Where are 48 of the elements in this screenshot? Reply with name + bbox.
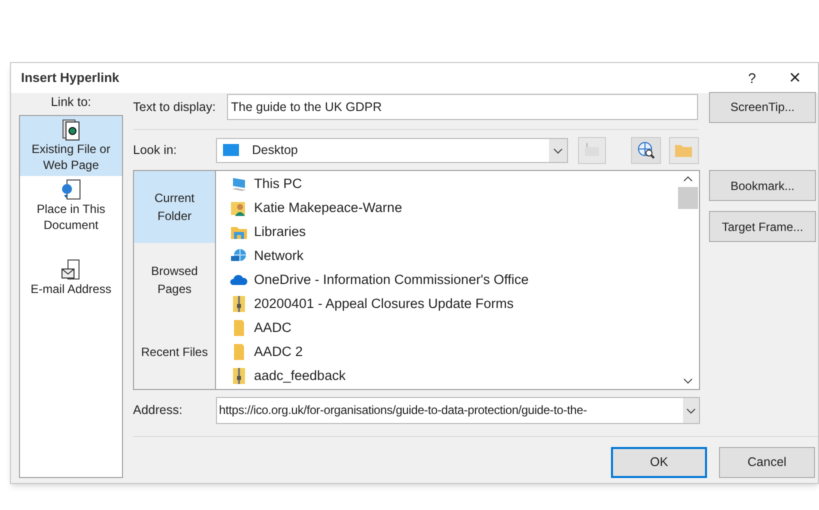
text-to-display-label: Text to display: — [133, 98, 217, 116]
window-title: Insert Hyperlink — [21, 69, 120, 88]
zip-folder-icon — [230, 367, 248, 385]
file-list-item[interactable]: OneDrive - Information Commissioner's Office — [254, 270, 529, 290]
look-in-value: Desktop — [252, 142, 299, 159]
up-folder-button[interactable] — [578, 136, 606, 164]
side-button[interactable]: Target Frame... — [709, 211, 816, 242]
file-list-item[interactable]: aadc_feedback — [254, 366, 346, 386]
file-list-item[interactable]: Libraries — [254, 222, 306, 242]
look-in-label: Look in: — [133, 142, 178, 159]
close-button[interactable]: × — [772, 63, 818, 93]
file-list-item[interactable]: AADC 2 — [254, 342, 303, 362]
file-list-item[interactable]: AADC — [254, 318, 292, 338]
browse-file-button[interactable] — [669, 136, 699, 164]
user-folder-icon — [230, 199, 248, 217]
help-button[interactable]: ? — [732, 68, 772, 88]
cancel-button[interactable]: Cancel — [719, 447, 815, 478]
folder-up-icon — [583, 142, 601, 158]
browse-tab[interactable]: Browsed Pages — [134, 243, 215, 317]
address-label: Address: — [133, 402, 184, 419]
link-type-item[interactable]: Place in This Document — [20, 176, 122, 236]
link-type-item[interactable]: E-mail Address — [20, 256, 122, 300]
chevron-down-icon — [683, 398, 699, 422]
file-list-item[interactable]: This PC — [254, 174, 302, 194]
zip-folder-icon — [230, 295, 248, 313]
envelope-document-icon — [60, 259, 82, 281]
link-to-label: Link to: — [50, 94, 92, 111]
document-globe-icon — [60, 179, 82, 201]
file-list-item[interactable]: Network — [254, 246, 304, 266]
text-to-display-field[interactable]: The guide to the UK GDPR — [227, 94, 698, 120]
document-icon — [61, 119, 81, 141]
browse-tab[interactable]: Current Folder — [134, 171, 215, 243]
chevron-down-icon — [549, 138, 567, 162]
file-list-item[interactable]: Katie Makepeace-Warne — [254, 198, 402, 218]
browse-tab[interactable]: Recent Files — [134, 317, 215, 387]
desktop-icon — [222, 143, 240, 157]
address-field[interactable]: https://ico.org.uk/for-organisations/guide-to-data-protection/guide-to-the- — [216, 396, 700, 424]
file-list-item[interactable]: 20200401 - Appeal Closures Update Forms — [254, 294, 514, 314]
browse-web-button[interactable] — [631, 136, 661, 164]
screentip-button[interactable]: ScreenTip... — [709, 92, 816, 122]
link-type-item[interactable]: Existing File or Web Page — [20, 116, 122, 176]
computer-icon — [230, 175, 248, 193]
scrollbar-thumb[interactable] — [678, 187, 698, 209]
globe-search-icon — [636, 140, 656, 160]
side-button[interactable]: Bookmark... — [709, 170, 816, 201]
look-in-dropdown[interactable]: Desktop — [216, 138, 568, 162]
open-folder-icon — [674, 142, 694, 158]
ok-button[interactable]: OK — [611, 447, 707, 478]
